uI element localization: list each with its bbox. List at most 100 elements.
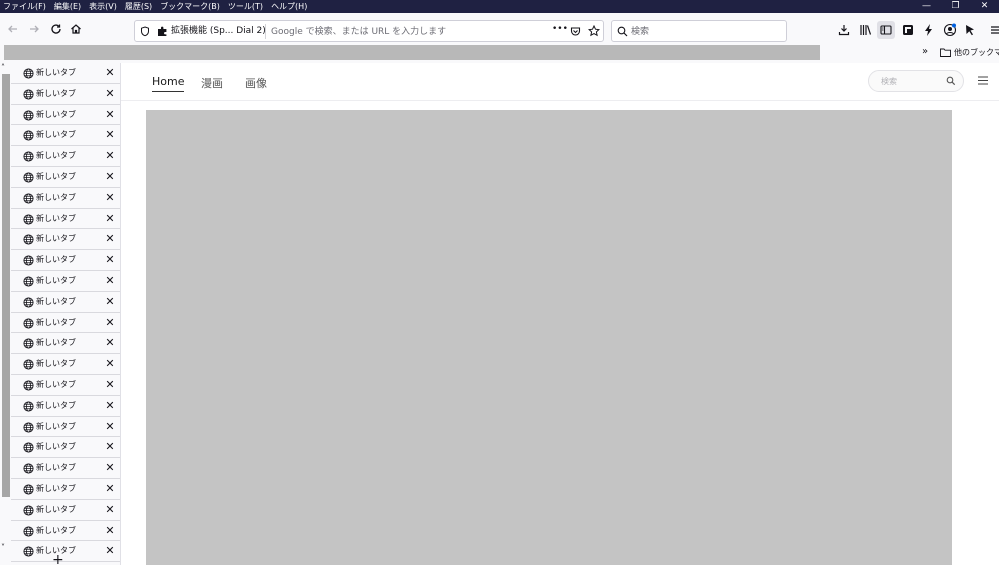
- app-menu-icon[interactable]: [991, 25, 999, 35]
- sidebar-tab-item[interactable]: 新しいタブ ✕: [11, 292, 120, 313]
- reload-button[interactable]: [48, 21, 64, 37]
- menu-history[interactable]: 履歴(S): [121, 0, 156, 13]
- menu-help[interactable]: ヘルプ(H): [267, 0, 311, 13]
- sidebar-tab-item[interactable]: 新しいタブ ✕: [11, 313, 120, 334]
- close-tab-icon[interactable]: ✕: [104, 482, 116, 495]
- sidebar-tab-item[interactable]: 新しいタブ ✕: [11, 396, 120, 417]
- account-icon[interactable]: [943, 23, 957, 37]
- sidebar-tab-item[interactable]: 新しいタブ ✕: [11, 541, 120, 563]
- page-actions-button[interactable]: •••: [552, 24, 568, 34]
- sidebar-tab-item[interactable]: 新しいタブ ✕: [11, 521, 120, 542]
- close-tab-icon[interactable]: ✕: [104, 233, 116, 245]
- sidebar-tab-item[interactable]: 新しいタブ ✕: [11, 188, 120, 209]
- scroll-up-arrow-icon[interactable]: ˄: [1, 63, 5, 72]
- new-tab-button[interactable]: +: [52, 553, 64, 565]
- site-search-input[interactable]: [881, 75, 941, 88]
- tab-home[interactable]: Home: [152, 75, 185, 92]
- search-icon[interactable]: [946, 76, 956, 86]
- close-tab-icon[interactable]: ✕: [104, 441, 116, 453]
- close-tab-icon[interactable]: ✕: [104, 108, 116, 121]
- sidebar-tab-item[interactable]: 新しいタブ ✕: [11, 250, 120, 271]
- sidebar-tab-item[interactable]: 新しいタブ ✕: [11, 437, 120, 459]
- sidebar-tab-label: 新しいタブ: [36, 213, 76, 223]
- other-bookmarks-label: 他のブックマーク: [954, 48, 999, 57]
- sidebar-tab-item[interactable]: 新しいタブ ✕: [11, 375, 120, 396]
- url-input[interactable]: [271, 24, 541, 39]
- content-placeholder-area: [146, 110, 952, 565]
- sidebar-tab-item[interactable]: 新しいタブ ✕: [11, 479, 120, 500]
- sidebar-tab-item[interactable]: 新しいタブ ✕: [11, 500, 120, 521]
- close-tab-icon[interactable]: ✕: [104, 378, 116, 391]
- sidebar-tab-item[interactable]: 新しいタブ ✕: [11, 458, 120, 479]
- close-window-button[interactable]: ✕: [970, 0, 999, 13]
- container-icon[interactable]: [902, 24, 914, 36]
- globe-icon: [23, 484, 34, 495]
- close-tab-icon[interactable]: ✕: [104, 420, 116, 433]
- menu-bookmarks[interactable]: ブックマーク(B): [156, 0, 224, 13]
- menu-view[interactable]: 表示(V): [85, 0, 121, 13]
- close-tab-icon[interactable]: ✕: [104, 524, 116, 537]
- close-tab-icon[interactable]: ✕: [104, 462, 116, 474]
- globe-icon: [23, 463, 34, 474]
- forward-button[interactable]: [26, 21, 42, 37]
- scroll-down-arrow-icon[interactable]: ˅: [1, 543, 5, 552]
- menu-file[interactable]: ファイル(F): [0, 0, 50, 13]
- close-tab-icon[interactable]: ✕: [104, 295, 116, 308]
- close-tab-icon[interactable]: ✕: [104, 316, 116, 329]
- menu-tools[interactable]: ツール(T): [224, 0, 267, 13]
- url-bar[interactable]: 拡張機能 (Sp... Dial 2) •••: [134, 20, 604, 42]
- close-tab-icon[interactable]: ✕: [104, 337, 116, 349]
- scrollbar-thumb[interactable]: [2, 74, 10, 497]
- close-tab-icon[interactable]: ✕: [104, 170, 116, 183]
- close-tab-icon[interactable]: ✕: [104, 212, 116, 225]
- extension-identity-label[interactable]: 拡張機能 (Sp... Dial 2): [171, 21, 266, 42]
- pocket-icon[interactable]: [570, 26, 581, 37]
- menu-edit[interactable]: 編集(E): [50, 0, 85, 13]
- sidebar-tab-item[interactable]: 新しいタブ ✕: [11, 417, 120, 438]
- bookmarks-overflow-button[interactable]: »: [922, 46, 928, 57]
- sidebar-tab-item[interactable]: 新しいタブ ✕: [11, 63, 120, 84]
- sidebar-tab-item[interactable]: 新しいタブ ✕: [11, 167, 120, 188]
- sidebar-tab-item[interactable]: 新しいタブ ✕: [11, 209, 120, 230]
- library-icon[interactable]: [859, 24, 872, 36]
- sidebar-toggle-button[interactable]: [877, 21, 895, 39]
- sidebar-tab-item[interactable]: 新しいタブ ✕: [11, 333, 120, 355]
- close-tab-icon[interactable]: ✕: [104, 358, 116, 370]
- tab-images[interactable]: 画像: [245, 75, 267, 91]
- close-tab-icon[interactable]: ✕: [104, 129, 116, 141]
- close-tab-icon[interactable]: ✕: [104, 545, 116, 557]
- lightning-icon[interactable]: [924, 24, 934, 36]
- close-tab-icon[interactable]: ✕: [104, 87, 116, 100]
- puzzle-icon[interactable]: [157, 26, 168, 37]
- star-icon[interactable]: [588, 25, 600, 37]
- shield-icon[interactable]: [140, 26, 150, 37]
- sidebar-tab-label: 新しいタブ: [36, 421, 76, 431]
- close-tab-icon[interactable]: ✕: [104, 150, 116, 162]
- tab-manga[interactable]: 漫画: [201, 75, 223, 91]
- search-bar[interactable]: [611, 20, 787, 42]
- close-tab-icon[interactable]: ✕: [104, 191, 116, 204]
- downloads-icon[interactable]: [838, 24, 850, 36]
- close-tab-icon[interactable]: ✕: [104, 67, 116, 79]
- search-input[interactable]: [631, 24, 781, 39]
- close-tab-icon[interactable]: ✕: [104, 399, 116, 412]
- sidebar-tab-item[interactable]: 新しいタブ ✕: [11, 84, 120, 105]
- sidebar-tab-item[interactable]: 新しいタブ ✕: [11, 354, 120, 375]
- minimize-button[interactable]: —: [912, 0, 941, 13]
- sidebar-tab-item[interactable]: 新しいタブ ✕: [11, 105, 120, 126]
- home-button[interactable]: [68, 21, 84, 37]
- close-tab-icon[interactable]: ✕: [104, 274, 116, 287]
- hamburger-menu-icon[interactable]: [978, 76, 988, 85]
- sidebar-tab-item[interactable]: 新しいタブ ✕: [11, 125, 120, 147]
- sidebar-tab-item[interactable]: 新しいタブ ✕: [11, 229, 120, 251]
- site-search-box[interactable]: [868, 70, 964, 92]
- sidebar-scrollbar[interactable]: ˄ ˅: [0, 63, 11, 555]
- close-tab-icon[interactable]: ✕: [104, 503, 116, 516]
- other-bookmarks-button[interactable]: 他のブックマーク: [940, 47, 999, 58]
- cursor-icon[interactable]: [965, 24, 975, 36]
- restore-button[interactable]: ❐: [941, 0, 970, 13]
- back-button[interactable]: [5, 21, 21, 37]
- sidebar-tab-item[interactable]: 新しいタブ ✕: [11, 271, 120, 292]
- close-tab-icon[interactable]: ✕: [104, 254, 116, 266]
- sidebar-tab-item[interactable]: 新しいタブ ✕: [11, 146, 120, 167]
